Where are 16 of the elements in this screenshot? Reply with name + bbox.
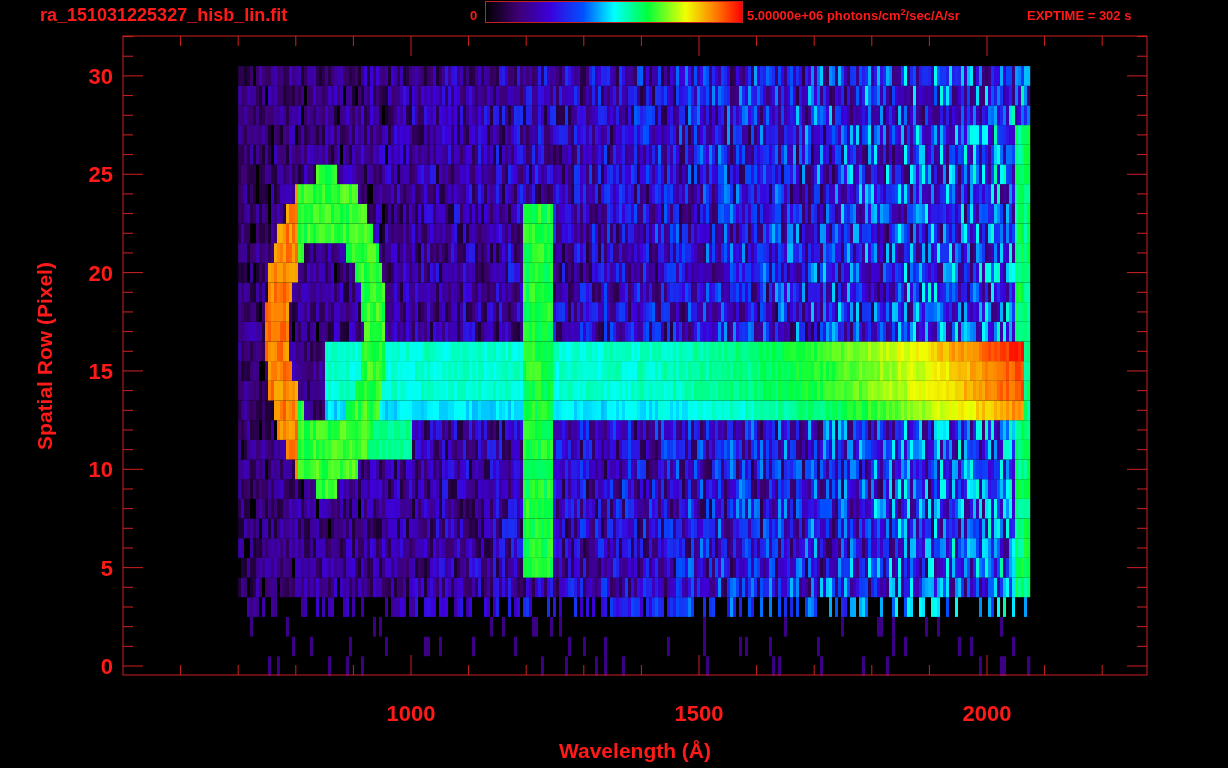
colorbar-min-label: 0 [470,7,479,23]
axis-tick-label: 15 [88,358,113,384]
axis-tick-label: 1500 [674,701,724,726]
axis-tick-label: 25 [88,162,113,188]
axis-tick-label: 5 [100,555,113,581]
exposure-time-label: EXPTIME = 302 s [1027,7,1132,23]
x-axis-label: Wavelength (Å) [558,739,712,762]
axis-tick-label: 1000 [386,701,436,726]
plot-title: ra_151031225327_hisb_lin.fit [40,4,289,26]
axis-tick-label: 10 [88,457,113,483]
axis-tick-label: 2000 [962,701,1012,726]
y-axis-label: Spatial Row (Pixel) [33,262,56,450]
axis-tick-label: 0 [100,654,113,679]
axis-tick-label: 30 [88,63,113,89]
axis-tick-label: 20 [88,260,113,286]
colorbar-max-label: 5.00000e+06 photons/cm$^{2}$/sec/A/sr [747,6,961,24]
